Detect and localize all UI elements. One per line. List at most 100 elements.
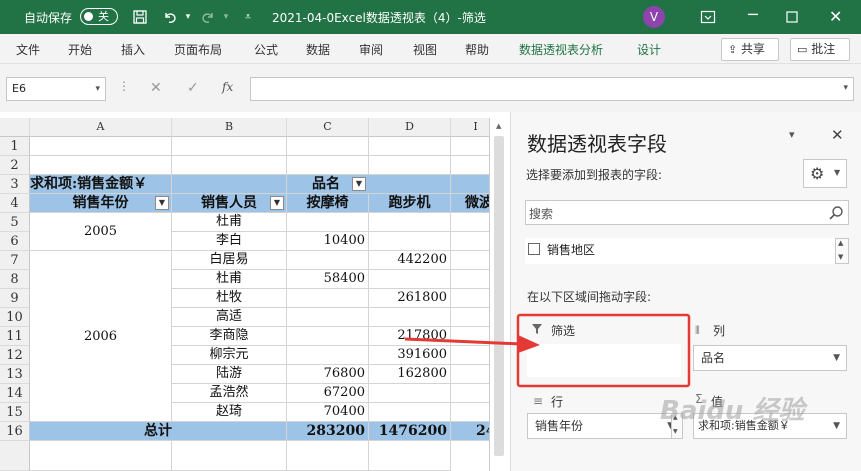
row-header[interactable]: 15 [0, 403, 30, 422]
close-window-icon[interactable]: ✕ [829, 7, 842, 26]
value-cell[interactable] [369, 270, 451, 289]
cell[interactable] [30, 156, 172, 175]
formula-input[interactable]: ▾ [250, 77, 854, 101]
insert-function-icon[interactable]: fx [222, 80, 233, 94]
value-cell[interactable]: 58400 [287, 270, 369, 289]
cell[interactable] [451, 175, 489, 194]
pane-close-icon[interactable]: ✕ [831, 126, 844, 144]
person-filter-dropdown[interactable]: ▼ [270, 196, 284, 210]
grand-total-d[interactable]: 1476200 [369, 422, 451, 441]
column-header-a[interactable]: A [30, 118, 172, 137]
row-header[interactable]: 11 [0, 327, 30, 346]
row-header-blank[interactable] [0, 441, 30, 471]
cell[interactable] [369, 137, 451, 156]
row-header[interactable]: 10 [0, 308, 30, 327]
minimize-icon[interactable]: ─ [748, 5, 758, 24]
col-item-treadmill[interactable]: 跑步机 [369, 194, 451, 213]
comments-button[interactable]: ▭ 批注 [790, 38, 850, 61]
cell[interactable] [451, 270, 489, 289]
cell[interactable] [451, 137, 489, 156]
row-header[interactable]: 6 [0, 232, 30, 251]
field-list-scrollbar[interactable]: ▲ ▼ [835, 238, 849, 264]
tab-home[interactable]: 开始 [68, 41, 92, 58]
row-header[interactable]: 1 [0, 137, 30, 156]
year-2006[interactable]: 2006 [30, 251, 172, 422]
value-cell[interactable]: 67200 [287, 384, 369, 403]
value-cell[interactable]: 70400 [287, 403, 369, 422]
value-cell[interactable]: 217800 [369, 327, 451, 346]
cell[interactable] [369, 441, 451, 471]
row-header[interactable]: 3 [0, 175, 30, 194]
value-cell[interactable]: 76800 [287, 365, 369, 384]
share-button[interactable]: ⇪ 共享 [721, 38, 779, 61]
scroll-up-icon[interactable]: ▲ [496, 122, 501, 130]
tab-page-layout[interactable]: 页面布局 [174, 41, 222, 58]
columns-field-dropdown[interactable]: 品名 ▼ [693, 345, 847, 371]
grand-total-label[interactable]: 总计 [30, 422, 287, 441]
value-cell[interactable] [287, 327, 369, 346]
grand-total-e[interactable]: 24 [451, 422, 489, 441]
field-search-input[interactable]: 搜索 [525, 200, 849, 225]
vertical-scrollbar[interactable]: ▲ [490, 118, 510, 471]
person-cell[interactable]: 白居易 [172, 251, 287, 270]
value-cell[interactable]: 391600 [369, 346, 451, 365]
value-cell[interactable] [287, 213, 369, 232]
row-header[interactable]: 4 [0, 194, 30, 213]
tab-insert[interactable]: 插入 [121, 41, 145, 58]
row-header-year[interactable]: 销售年份 [30, 194, 172, 213]
value-cell[interactable] [287, 346, 369, 365]
value-cell[interactable] [287, 308, 369, 327]
select-all-corner[interactable] [0, 118, 30, 137]
customize-toolbar-icon[interactable]: ⩡ [240, 9, 256, 25]
tab-review[interactable]: 审阅 [359, 41, 383, 58]
cell[interactable] [369, 156, 451, 175]
cell[interactable] [30, 137, 172, 156]
cell[interactable] [451, 289, 489, 308]
cell[interactable] [451, 403, 489, 422]
cell[interactable] [172, 137, 287, 156]
enter-formula-icon[interactable]: ✓ [187, 80, 199, 96]
value-cell[interactable]: 442200 [369, 251, 451, 270]
row-header[interactable]: 9 [0, 289, 30, 308]
cell[interactable] [451, 213, 489, 232]
value-cell[interactable] [369, 403, 451, 422]
person-cell[interactable]: 李商隐 [172, 327, 287, 346]
user-avatar[interactable]: V [643, 6, 665, 28]
cell[interactable] [172, 441, 287, 471]
expand-formula-icon[interactable]: ▾ [843, 83, 848, 93]
scroll-thumb[interactable] [494, 136, 504, 456]
cell[interactable] [451, 365, 489, 384]
cell[interactable] [451, 251, 489, 270]
value-cell[interactable] [369, 384, 451, 403]
zone-scroll-down-icon[interactable]: ▼ [673, 428, 678, 435]
value-cell[interactable] [369, 308, 451, 327]
cell[interactable] [287, 156, 369, 175]
column-header-c[interactable]: C [287, 118, 369, 137]
cell[interactable] [451, 308, 489, 327]
tab-view[interactable]: 视图 [413, 41, 437, 58]
value-cell[interactable] [287, 289, 369, 308]
col-item-microwave[interactable]: 微波 [451, 194, 489, 213]
row-header[interactable]: 7 [0, 251, 30, 270]
column-header-b[interactable]: B [172, 118, 287, 137]
name-box[interactable]: E6 ▾ [6, 77, 106, 101]
cell[interactable] [451, 156, 489, 175]
col-item-massage-chair[interactable]: 按摩椅 [287, 194, 369, 213]
pivot-value-header[interactable]: 求和项:销售金额￥ [30, 175, 172, 194]
tab-data[interactable]: 数据 [306, 41, 330, 58]
list-scroll-down-icon[interactable]: ▼ [838, 253, 843, 261]
field-item-region[interactable]: 销售地区 [547, 241, 595, 258]
ribbon-display-icon[interactable] [700, 9, 716, 25]
person-cell[interactable]: 杜牧 [172, 289, 287, 308]
worksheet-grid[interactable]: A B C D I 1 2 3 4 5 6 7 8 9 10 11 12 13 … [0, 118, 490, 471]
redo-dropdown-icon[interactable]: ▾ [218, 9, 234, 25]
undo-dropdown-icon[interactable]: ▾ [180, 9, 196, 25]
tab-formulas[interactable]: 公式 [254, 41, 278, 58]
cell[interactable] [172, 175, 287, 194]
year-2005[interactable]: 2005 [30, 213, 172, 251]
value-cell[interactable] [287, 251, 369, 270]
save-icon[interactable] [132, 9, 148, 25]
pane-options-dropdown-icon[interactable]: ▾ [789, 128, 795, 141]
person-cell[interactable]: 柳宗元 [172, 346, 287, 365]
row-header[interactable]: 5 [0, 213, 30, 232]
